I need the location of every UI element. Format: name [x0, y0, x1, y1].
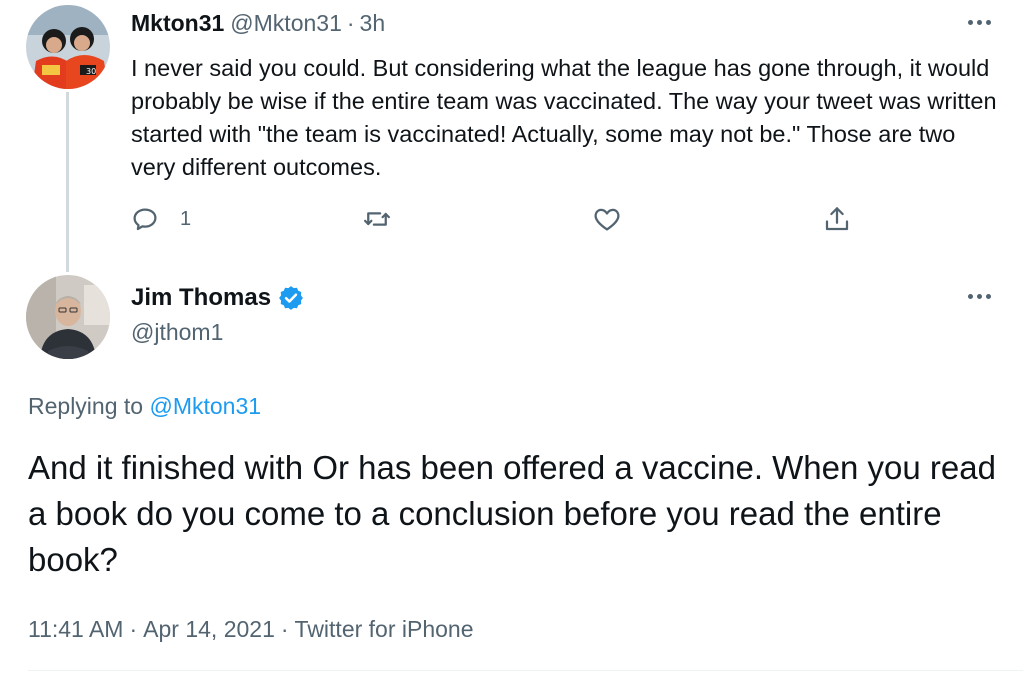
svg-text:30: 30	[86, 67, 96, 76]
dot	[967, 293, 973, 299]
tweet2-more-options-icon[interactable]	[961, 286, 997, 306]
mkton31-avatar[interactable]: 30	[26, 5, 110, 89]
share-button[interactable]	[822, 204, 852, 234]
dot	[985, 19, 991, 25]
dot	[976, 19, 982, 25]
retweet-icon	[364, 212, 390, 226]
replying-to-line: Replying to @Mkton31	[28, 393, 261, 420]
tweet1-more-options-icon[interactable]	[961, 12, 997, 32]
divider	[28, 670, 1023, 671]
tweet1-separator: ·	[346, 10, 355, 36]
like-button[interactable]	[592, 204, 622, 234]
tweet1-action-bar: 1	[0, 204, 1023, 240]
retweet-button[interactable]	[362, 204, 392, 234]
avatar-photo-icon: 30	[26, 5, 110, 89]
tweet1-text: I never said you could. But considering …	[131, 55, 997, 180]
dot	[967, 19, 973, 25]
tweet2-handle[interactable]: @jthom1	[131, 319, 223, 346]
tweet1-handle[interactable]: @Mkton31	[230, 10, 342, 36]
dot	[976, 293, 982, 299]
replying-to-handle-link[interactable]: @Mkton31	[149, 393, 261, 419]
reply-icon	[133, 208, 157, 231]
jim-thomas-avatar[interactable]	[26, 275, 110, 359]
tweet1-timestamp[interactable]: 3h	[360, 10, 386, 36]
avatar-photo-icon	[26, 275, 110, 359]
tweet2-source-link[interactable]: Twitter for iPhone	[295, 616, 474, 642]
reply-count: 1	[180, 207, 192, 230]
share-icon	[825, 207, 849, 231]
tweet2-time[interactable]: 11:41 AM	[28, 616, 123, 642]
tweet2-date[interactable]: Apr 14, 2021	[143, 616, 275, 642]
tweet2-display-name[interactable]: Jim Thomas	[131, 284, 271, 312]
tweet2-metadata: 11:41 AM · Apr 14, 2021 · Twitter for iPhone	[28, 616, 474, 643]
dot	[985, 293, 991, 299]
tweet1-display-name[interactable]: Mkton31	[131, 10, 224, 36]
meta-separator: ·	[129, 616, 138, 642]
tweet2-text: And it finished with Or has been offered…	[28, 449, 996, 578]
verified-badge-icon	[279, 286, 303, 310]
reply-button[interactable]: 1	[130, 204, 191, 234]
replying-to-label: Replying to	[28, 393, 150, 419]
tweet2-name-row: Jim Thomas	[131, 284, 305, 312]
thread-connector-line	[66, 92, 69, 272]
tweet1-header: Mkton31 @Mkton31 · 3h	[131, 10, 385, 37]
meta-separator: ·	[280, 616, 289, 642]
heart-icon	[594, 208, 620, 231]
